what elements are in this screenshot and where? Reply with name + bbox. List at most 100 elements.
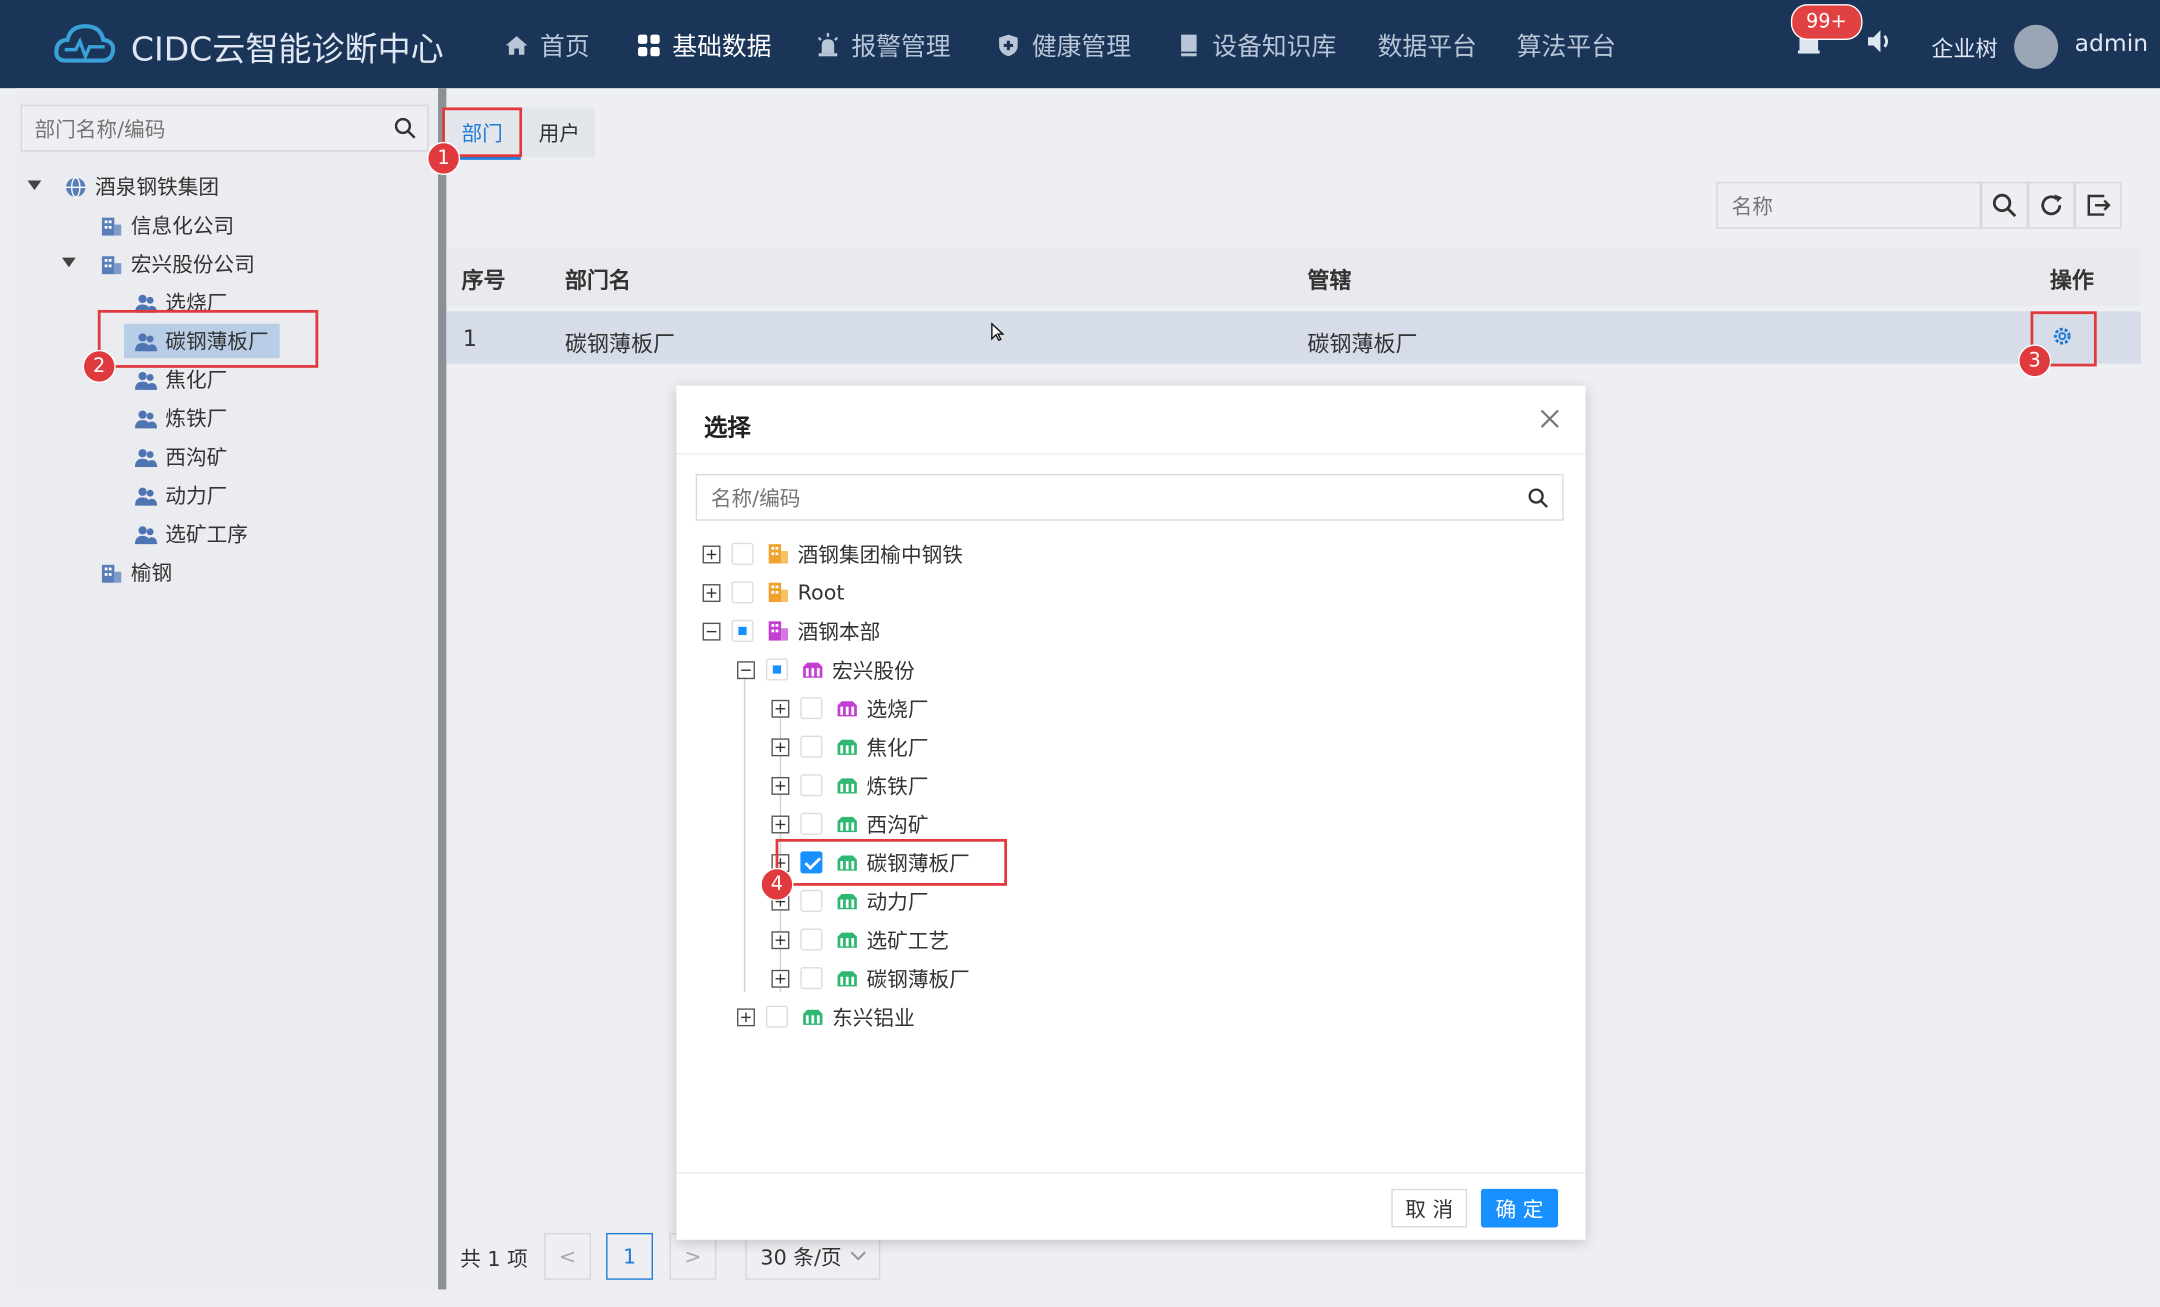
tree-node-liantie[interactable]: 炼铁厂: [135, 404, 227, 433]
checkbox[interactable]: [800, 697, 823, 720]
tree-node-label: 宏兴股份公司: [130, 252, 255, 277]
tree-node-hongxing[interactable]: 宏兴股份公司: [101, 249, 255, 278]
modal-tree-node[interactable]: 酒钢集团榆中钢铁: [702, 537, 963, 570]
nav-base-data-label: 基础数据: [672, 33, 772, 62]
expand-toggle[interactable]: [771, 776, 790, 795]
checkbox[interactable]: [800, 889, 823, 912]
name-search-input[interactable]: [1717, 183, 1983, 231]
modal-tree-node[interactable]: 选矿工艺: [771, 923, 949, 956]
building-icon: [101, 564, 122, 583]
table-row[interactable]: [446, 311, 2141, 364]
speaker-icon[interactable]: [1865, 28, 1895, 56]
tree-node-dongli[interactable]: 动力厂: [135, 481, 227, 510]
checkbox[interactable]: [765, 1005, 788, 1028]
factory-icon: [837, 894, 857, 910]
modal-tree-node[interactable]: Root: [702, 576, 844, 609]
modal-tree-node[interactable]: 酒钢本部: [702, 614, 880, 647]
confirm-button[interactable]: 确 定: [1480, 1188, 1559, 1228]
department-search: [20, 104, 429, 153]
globe-icon: [66, 176, 86, 197]
close-icon[interactable]: [1539, 408, 1561, 430]
checkbox[interactable]: [800, 928, 823, 951]
tree-node-xigou[interactable]: 西沟矿: [135, 442, 227, 471]
modal-tree-node[interactable]: 选烧厂: [771, 692, 929, 725]
search-icon[interactable]: [1528, 488, 1549, 509]
checkbox[interactable]: [800, 812, 823, 835]
checkbox[interactable]: [800, 774, 823, 797]
select-dialog: 选择 酒钢集团榆中钢铁 Root 酒钢本部: [676, 385, 1586, 1240]
tree-node-yugang[interactable]: 榆钢: [101, 558, 172, 587]
checkbox[interactable]: [800, 735, 823, 758]
modal-tree-label: 东兴铝业: [832, 1004, 915, 1030]
expand-toggle[interactable]: [771, 699, 790, 718]
notification-badge: 99+: [1790, 4, 1862, 40]
tree-node-jiaohua[interactable]: 焦化厂: [135, 365, 227, 394]
dialog-search-input[interactable]: [697, 475, 1513, 523]
modal-tree-node[interactable]: 碳钢薄板厂: [771, 962, 970, 995]
checkbox-partial[interactable]: [731, 619, 754, 642]
caret-down-icon[interactable]: [61, 257, 76, 268]
modal-tree-node[interactable]: 动力厂: [771, 884, 929, 917]
checkbox[interactable]: [800, 967, 823, 990]
expand-toggle[interactable]: [702, 583, 721, 602]
tree-node-info-company[interactable]: 信息化公司: [101, 211, 235, 240]
expand-toggle[interactable]: [737, 1007, 755, 1026]
app-title: CIDC云智能诊断中心: [130, 30, 444, 69]
tree-node-label: 信息化公司: [130, 213, 235, 239]
factory-icon: [837, 932, 857, 948]
modal-tree-node[interactable]: 焦化厂: [771, 730, 929, 763]
tree-node-xuankuang[interactable]: 选矿工序: [135, 519, 248, 548]
expand-toggle[interactable]: [771, 814, 790, 833]
nav-alarm[interactable]: 报警管理: [816, 28, 951, 64]
next-page-button[interactable]: >: [669, 1232, 717, 1280]
users-icon: [135, 525, 158, 544]
modal-tree-node[interactable]: 宏兴股份: [737, 653, 915, 686]
modal-tree-node[interactable]: 炼铁厂: [771, 769, 929, 802]
nav-health[interactable]: 健康管理: [996, 28, 1131, 64]
checkbox[interactable]: [731, 581, 754, 604]
cancel-button[interactable]: 取 消: [1391, 1188, 1468, 1228]
nav-knowledge[interactable]: 设备知识库: [1176, 28, 1336, 64]
page-1-button[interactable]: 1: [606, 1232, 653, 1280]
search-icon[interactable]: [394, 117, 416, 139]
page-size-select[interactable]: 30 条/页: [745, 1232, 881, 1280]
avatar[interactable]: [2014, 24, 2059, 69]
expand-toggle[interactable]: [702, 544, 721, 563]
panel-splitter[interactable]: [438, 88, 447, 1290]
refresh-button[interactable]: [2027, 181, 2075, 229]
nav-home[interactable]: 首页: [504, 28, 590, 64]
tree-guide-line: [743, 677, 746, 992]
expand-toggle[interactable]: [771, 930, 790, 949]
cloud-logo-icon: [54, 24, 116, 63]
nav-data-platform[interactable]: 数据平台: [1378, 28, 1477, 64]
export-button[interactable]: [2074, 181, 2122, 229]
expand-toggle[interactable]: [771, 969, 790, 988]
tree-node-jiuquan[interactable]: 酒泉钢铁集团: [65, 172, 219, 201]
department-search-input[interactable]: [22, 106, 382, 153]
collapse-toggle[interactable]: [737, 660, 755, 679]
nav-health-label: 健康管理: [1031, 33, 1132, 62]
modal-tree-label: 动力厂: [866, 889, 929, 915]
shield-icon: [999, 34, 1018, 57]
prev-page-button[interactable]: <: [544, 1232, 591, 1280]
search-button[interactable]: [1980, 181, 2028, 229]
checkbox[interactable]: [731, 542, 754, 565]
caret-down-icon[interactable]: [27, 180, 42, 191]
username[interactable]: admin: [2075, 30, 2148, 58]
org-tree-link[interactable]: 企业树: [1931, 30, 1997, 63]
modal-tree-label: 选矿工艺: [866, 927, 950, 953]
tab-user[interactable]: 用户: [523, 107, 596, 158]
checkbox-partial[interactable]: [765, 658, 788, 681]
tree-node-label: 选矿工序: [165, 522, 248, 547]
nav-algorithm-platform[interactable]: 算法平台: [1517, 28, 1616, 64]
search-icon: [1992, 193, 2017, 218]
nav-base-data[interactable]: 基础数据: [636, 28, 771, 64]
nav-algorithm-platform-label: 算法平台: [1516, 33, 1616, 62]
users-icon: [135, 486, 158, 505]
modal-tree-node[interactable]: 西沟矿: [771, 807, 929, 840]
annotation-marker-3: 3: [2018, 344, 2052, 378]
nav-home-label: 首页: [540, 33, 590, 62]
collapse-toggle[interactable]: [702, 621, 721, 640]
modal-tree-node[interactable]: 东兴铝业: [737, 1000, 915, 1033]
expand-toggle[interactable]: [771, 737, 790, 756]
